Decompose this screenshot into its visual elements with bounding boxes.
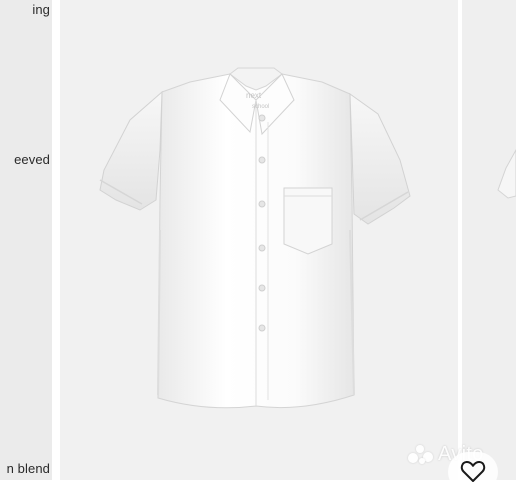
description-fragment: ing (32, 2, 50, 17)
shirt-image: next school (99, 67, 411, 409)
description-fragment: eeved (14, 152, 50, 167)
product-image-next[interactable] (462, 0, 516, 480)
left-description-panel: ing eeved n blend (0, 0, 52, 480)
product-image-main[interactable]: next school (60, 0, 458, 480)
gallery-gap (52, 0, 60, 480)
favorite-button[interactable] (448, 452, 498, 492)
heart-icon (460, 460, 486, 482)
collar-label-line: school (252, 104, 269, 110)
next-shirt-preview (497, 148, 516, 199)
collar-label-brand: next (246, 91, 262, 100)
description-fragment: n blend (6, 461, 50, 476)
avito-logo-icon (408, 443, 434, 465)
